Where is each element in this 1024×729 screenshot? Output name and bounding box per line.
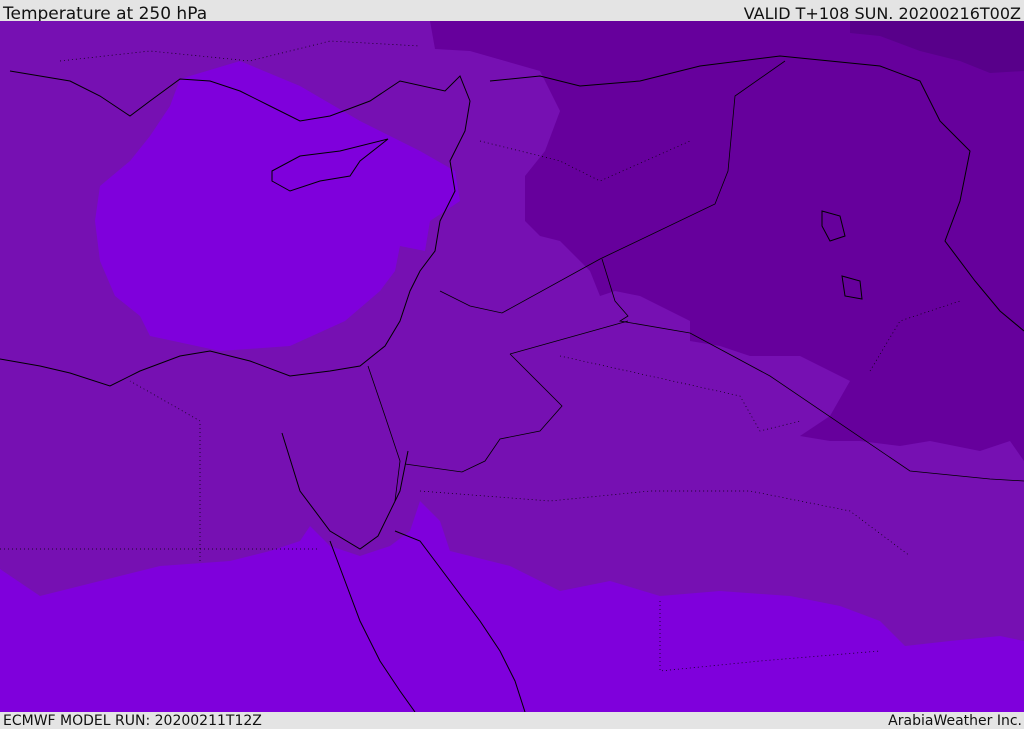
model-run: ECMWF MODEL RUN: 20200211T12Z	[3, 713, 262, 729]
footer-bar: ECMWF MODEL RUN: 20200211T12Z ArabiaWeat…	[0, 712, 1024, 729]
header-bar: Temperature at 250 hPa VALID T+108 SUN. …	[0, 0, 1024, 24]
temperature-map	[0, 21, 1024, 712]
credit: ArabiaWeather Inc.	[888, 713, 1022, 729]
